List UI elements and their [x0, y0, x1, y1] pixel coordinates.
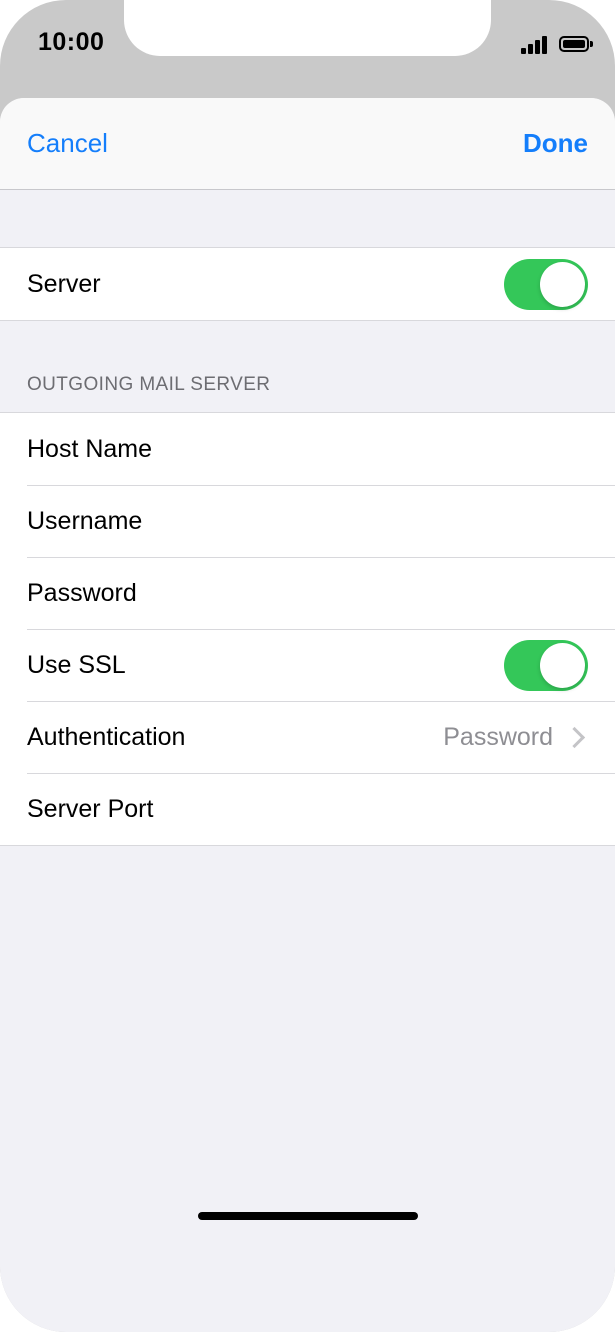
use-ssl-label: Use SSL — [27, 650, 126, 679]
username-label: Username — [27, 506, 143, 535]
home-indicator — [198, 1212, 418, 1220]
settings-sheet: Cancel Done Server OUTGOING MAIL SERVER … — [0, 98, 615, 1332]
chevron-right-icon — [563, 726, 586, 748]
signal-bars-icon — [521, 34, 549, 54]
server-port-row[interactable]: Server Port — [0, 773, 615, 845]
done-button[interactable]: Done — [523, 128, 588, 159]
notch — [124, 0, 491, 56]
toggle-knob — [540, 261, 585, 307]
server-port-label: Server Port — [27, 794, 154, 823]
outgoing-mail-server-header: OUTGOING MAIL SERVER — [27, 374, 271, 395]
host-name-row[interactable]: Host Name — [0, 413, 615, 485]
navigation-bar: Cancel Done — [0, 98, 615, 190]
battery-icon — [559, 36, 593, 52]
server-row: Server — [0, 248, 615, 320]
server-group: Server — [0, 247, 615, 321]
status-bar: 10:00 — [0, 0, 615, 96]
status-time: 10:00 — [38, 28, 105, 56]
outgoing-mail-server-group: Host Name Username Password Use SSL Auth… — [0, 412, 615, 846]
authentication-value: Password — [443, 722, 553, 751]
use-ssl-toggle[interactable] — [504, 639, 588, 691]
password-row[interactable]: Password — [0, 557, 615, 629]
password-label: Password — [27, 578, 137, 607]
cancel-button[interactable]: Cancel — [27, 128, 108, 159]
use-ssl-row: Use SSL — [0, 629, 615, 701]
status-icons — [521, 34, 593, 54]
phone-screen: 10:00 Cancel Done Server OUTGOING MAIL S… — [0, 0, 615, 1332]
username-row[interactable]: Username — [0, 485, 615, 557]
server-label: Server — [27, 269, 101, 298]
toggle-knob — [540, 642, 585, 688]
host-name-label: Host Name — [27, 434, 153, 463]
authentication-label: Authentication — [27, 722, 186, 751]
authentication-row[interactable]: Authentication Password — [0, 701, 615, 773]
server-toggle[interactable] — [504, 258, 588, 310]
